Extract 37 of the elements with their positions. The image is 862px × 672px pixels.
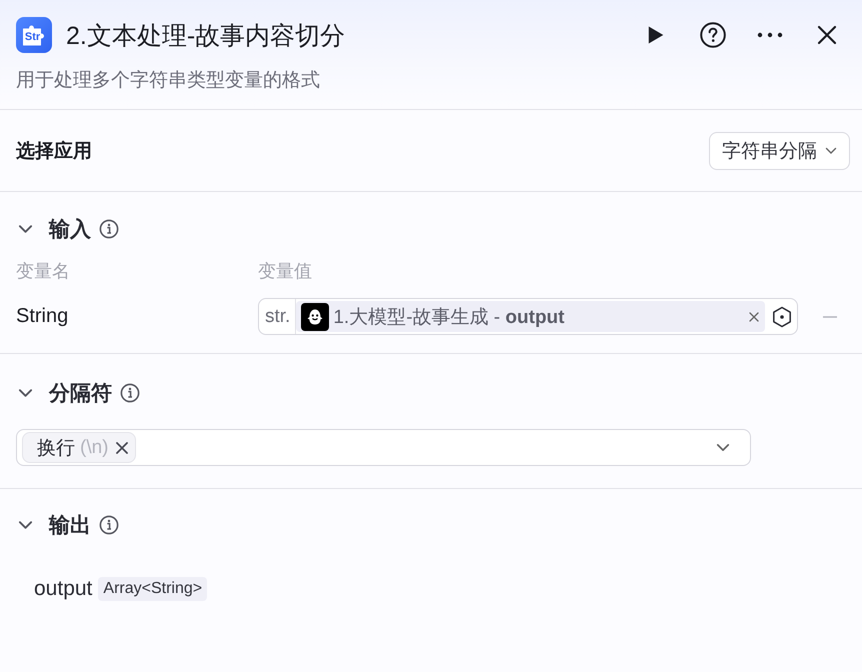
collapse-chevron-icon[interactable]: [18, 224, 33, 234]
chevron-down-icon[interactable]: [716, 443, 730, 452]
app-select-label: 选择应用: [16, 140, 92, 164]
chevron-down-icon: [825, 146, 837, 154]
node-title: 2.文本处理-故事内容切分: [66, 20, 346, 52]
info-icon[interactable]: [120, 383, 140, 403]
variable-value-field[interactable]: str. 1.大模型-故事生成 - output: [258, 298, 798, 335]
reference-label: 1.大模型-故事生成 - output: [333, 306, 566, 330]
collapse-chevron-icon[interactable]: [18, 520, 33, 530]
output-name: output: [34, 577, 92, 601]
collapse-chevron-icon[interactable]: [18, 388, 33, 398]
tag-label: 换行: [37, 436, 75, 460]
info-icon[interactable]: [99, 219, 119, 239]
remove-tag-icon[interactable]: [116, 442, 128, 454]
help-icon: [700, 22, 726, 48]
hexagon-icon[interactable]: [771, 306, 793, 328]
node-description: 用于处理多个字符串类型变量的格式: [16, 70, 321, 92]
section-title: 输出: [49, 513, 91, 539]
reference-chip[interactable]: 1.大模型-故事生成 - output: [296, 301, 765, 332]
more-icon: [757, 32, 783, 38]
section-title: 输入: [49, 217, 91, 243]
node-logo: Str: [16, 17, 52, 53]
column-header: 变量值: [258, 260, 312, 282]
tag-hint: (\n): [80, 436, 108, 458]
section-title: 分隔符: [49, 381, 112, 407]
variable-name: String: [16, 305, 70, 328]
close-icon: [817, 25, 837, 45]
separator-select[interactable]: 换行 (\n): [16, 429, 751, 466]
minus-icon: [823, 316, 837, 318]
type-tag: Array<String>: [98, 577, 208, 601]
app-dropdown[interactable]: 字符串分隔: [709, 132, 850, 170]
info-icon[interactable]: [99, 515, 119, 535]
column-header: 变量名: [16, 260, 71, 282]
clear-icon[interactable]: [749, 312, 759, 322]
ghost-icon: [301, 302, 330, 330]
help-button[interactable]: [699, 21, 727, 49]
play-icon: [648, 26, 664, 44]
